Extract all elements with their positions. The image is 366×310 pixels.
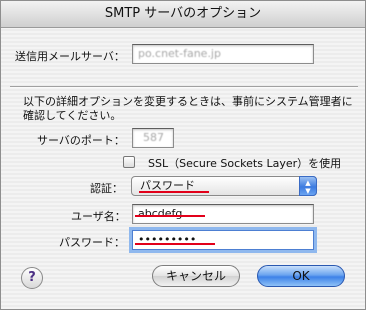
advanced-options-description: 以下の詳細オプションを変更するときは、事前にシステム管理者に確認してください。 <box>23 95 353 122</box>
username-field[interactable]: abcdefg <box>132 204 314 224</box>
password-underline-mark <box>135 243 215 245</box>
help-icon: ? <box>28 270 36 285</box>
dialog-title: SMTP サーバのオプション <box>1 1 365 28</box>
auth-select[interactable]: パスワード ▲ ▼ <box>131 176 317 196</box>
ssl-checkbox[interactable] <box>123 156 135 168</box>
password-field[interactable]: ••••••••• <box>132 230 314 250</box>
username-label: ユーザ名： <box>71 210 126 223</box>
port-field[interactable]: 587 <box>132 128 174 148</box>
port-value: 587 <box>143 131 164 144</box>
password-label: パスワード： <box>59 236 125 249</box>
ok-button[interactable]: OK <box>257 265 345 287</box>
smtp-options-dialog: SMTP サーバのオプション 送信用メールサーバ： po.cnet-fane.j… <box>0 0 366 310</box>
auth-label: 認証： <box>90 182 123 195</box>
ssl-label: SSL（Secure Sockets Layer）を使用 <box>148 157 342 170</box>
username-value: abcdefg <box>138 207 183 220</box>
smtp-server-field[interactable]: po.cnet-fane.jp <box>132 44 314 64</box>
auth-underline-mark <box>139 191 209 193</box>
port-label: サーバのポート： <box>37 134 125 147</box>
help-button[interactable]: ? <box>21 267 43 289</box>
section-divider <box>10 86 358 88</box>
smtp-server-value: po.cnet-fane.jp <box>138 47 221 60</box>
cancel-button[interactable]: キャンセル <box>152 265 240 287</box>
smtp-server-label: 送信用メールサーバ： <box>15 50 125 63</box>
select-arrows-icon: ▲ ▼ <box>299 176 317 196</box>
username-underline-mark <box>135 215 205 217</box>
